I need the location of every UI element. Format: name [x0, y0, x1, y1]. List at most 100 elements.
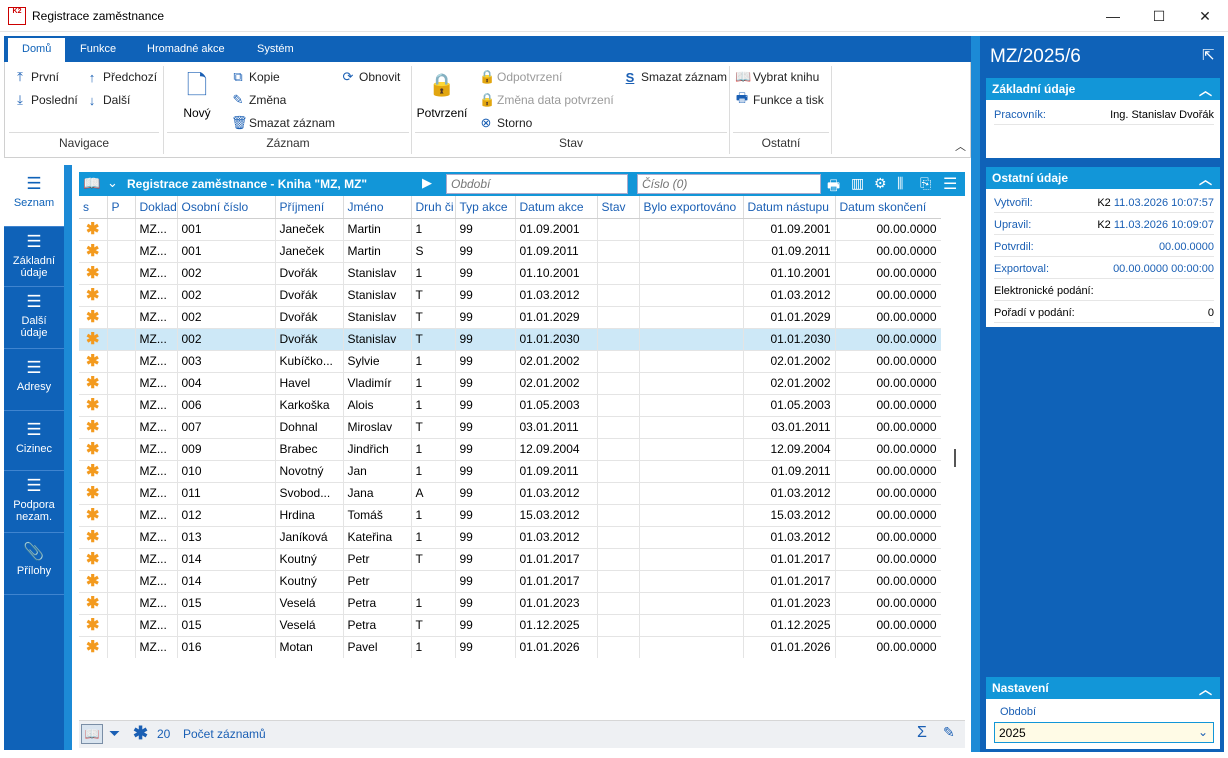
delete-record-button[interactable]: 🗑 Smazat záznam: [231, 114, 335, 132]
column-header[interactable]: Typ akce: [455, 196, 516, 219]
table-row[interactable]: ✱ MZ... 003 Kubíčko... Sylvie 1 99 02.01.2002 02…: [79, 350, 941, 373]
tab-functions[interactable]: Funkce: [66, 36, 130, 62]
table-row[interactable]: ✱ MZ... 002 Dvořák Stanislav 1 99 01.10.2001 01.…: [79, 262, 941, 285]
minimize-button[interactable]: —: [1090, 0, 1136, 32]
change-confirm-date-button[interactable]: 🔒 Změna data potvrzení: [479, 91, 614, 109]
close-button[interactable]: ✕: [1182, 0, 1228, 32]
table-row[interactable]: ✱ MZ... 007 Dohnal Miroslav T 99 03.01.2011 03.0…: [79, 416, 941, 439]
scrollbar-thumb[interactable]: [954, 449, 956, 467]
previous-button[interactable]: ↑ Předchozí: [85, 68, 157, 86]
tab-home[interactable]: Domů: [8, 38, 66, 62]
table-row[interactable]: ✱ MZ... 004 Havel Vladimír 1 99 02.01.2002 02.01…: [79, 372, 941, 395]
arrow-up-icon: ↑: [88, 69, 96, 85]
change-button[interactable]: ✎ Změna: [231, 91, 287, 109]
column-header[interactable]: Doklad: [135, 196, 178, 219]
table-row[interactable]: ✱ MZ... 014 Koutný Petr T 99 01.01.2017 01.01.20…: [79, 548, 941, 571]
storno-button[interactable]: ⊗ Storno: [479, 114, 533, 132]
column-header[interactable]: Stav: [597, 196, 640, 219]
nav-list[interactable]: ☰ Seznam: [4, 165, 64, 227]
table-cell: 99: [455, 306, 516, 329]
table-row[interactable]: ✱ MZ... 009 Brabec Jindřich 1 99 12.09.2004 12.0…: [79, 438, 941, 461]
table-cell: [597, 262, 640, 285]
other-data-header[interactable]: Ostatní údaje ︿: [986, 167, 1220, 189]
period-filter-input[interactable]: [446, 174, 628, 194]
sum-icon[interactable]: Σ: [917, 724, 927, 742]
table-cell: 01.03.2012: [743, 526, 836, 549]
vertical-scrollbar[interactable]: [949, 196, 965, 716]
chevron-down-icon[interactable]: ⌄: [107, 175, 118, 191]
table-row[interactable]: ✱ MZ... 015 Veselá Petra 1 99 01.01.2023 01.01.2…: [79, 592, 941, 615]
nav-foreigner[interactable]: ☰ Cizinec: [4, 411, 64, 471]
nav-more-data[interactable]: ☰ Další údaje: [4, 287, 64, 349]
column-header[interactable]: Bylo exportováno: [639, 196, 744, 219]
unconfirm-button[interactable]: 🔒 Odpotvrzení: [479, 68, 562, 86]
copy-button[interactable]: ⧉ Kopie: [231, 68, 279, 86]
table-cell: 015: [177, 614, 276, 637]
export-icon[interactable]: ⎘: [920, 175, 931, 192]
table-row[interactable]: ✱ MZ... 001 Janeček Martin S 99 01.09.2011 01.09…: [79, 240, 941, 263]
table-row[interactable]: ✱ MZ... 001 Janeček Martin 1 99 01.09.2001 01.09…: [79, 218, 941, 241]
book-icon[interactable]: 📖: [81, 724, 103, 744]
table-row[interactable]: ✱ MZ... 011 Svobod... Jana A 99 01.03.2012 01.03…: [79, 482, 941, 505]
column-header[interactable]: Příjmení: [275, 196, 344, 219]
table-row[interactable]: ✱ MZ... 016 Motan Pavel 1 99 01.01.2026 01.01.20…: [79, 636, 941, 658]
nav-unemployment-support[interactable]: ☰ Podpora nezam.: [4, 471, 64, 533]
table-cell: MZ...: [135, 394, 178, 417]
maximize-button[interactable]: ☐: [1136, 0, 1182, 32]
menu-icon: ☰: [26, 174, 42, 193]
column-header[interactable]: Osobní číslo: [177, 196, 276, 219]
nav-attachments[interactable]: 📎 Přílohy: [4, 533, 64, 595]
column-header[interactable]: Datum skončení: [835, 196, 941, 219]
barcode-icon[interactable]: ⫼: [897, 175, 903, 192]
column-header[interactable]: Jméno: [343, 196, 412, 219]
filter-icon[interactable]: ⏷: [109, 725, 120, 742]
status-star-icon: ✱: [79, 636, 108, 658]
nav-basic-data[interactable]: ☰ Základní údaje: [4, 227, 64, 287]
arrow-top-icon: ⤒: [17, 69, 23, 84]
table-cell: [597, 526, 640, 549]
pick-book-button[interactable]: 📖 Vybrat knihu: [735, 68, 819, 86]
column-header[interactable]: Druh či: [411, 196, 456, 219]
next-button[interactable]: ↓ Další: [85, 91, 131, 109]
collapse-ribbon-icon[interactable]: ︿: [955, 138, 966, 154]
popout-icon[interactable]: ⇱: [1202, 46, 1215, 64]
table-row[interactable]: ✱ MZ... 002 Dvořák Stanislav T 99 01.01.2030 01.…: [79, 328, 941, 351]
refresh-button[interactable]: ⟳ Obnovit: [341, 68, 401, 86]
table-row[interactable]: ✱ MZ... 002 Dvořák Stanislav T 99 01.03.2012 01.…: [79, 284, 941, 307]
play-icon[interactable]: ▶: [422, 175, 432, 191]
settings-header[interactable]: Nastavení ︿: [986, 677, 1220, 699]
table-row[interactable]: ✱ MZ... 014 Koutný Petr 99 01.01.2017 01.01.201…: [79, 570, 941, 593]
table-row[interactable]: ✱ MZ... 010 Novotný Jan 1 99 01.09.2011 01.09.20…: [79, 460, 941, 483]
column-header[interactable]: Datum akce: [515, 196, 598, 219]
table-cell: [107, 372, 136, 395]
table-row[interactable]: ✱ MZ... 012 Hrdina Tomáš 1 99 15.03.2012 15.03.2…: [79, 504, 941, 527]
basic-data-header[interactable]: Základní údaje ︿: [986, 78, 1220, 100]
delete-record-state-button[interactable]: S Smazat záznam: [623, 68, 727, 86]
last-button[interactable]: ⤓ Poslední: [13, 91, 78, 109]
menu-icon[interactable]: ☰: [943, 174, 957, 194]
column-header[interactable]: s: [79, 196, 108, 219]
table-row[interactable]: ✱ MZ... 006 Karkoška Alois 1 99 01.05.2003 01.05…: [79, 394, 941, 417]
bar-chart-icon[interactable]: ▥: [851, 175, 864, 192]
table-cell: MZ...: [135, 482, 178, 505]
table-cell: S: [411, 240, 456, 263]
number-filter-input[interactable]: [637, 174, 821, 194]
network-icon[interactable]: ⚙: [874, 175, 887, 192]
period-select[interactable]: 2025 ⌄: [994, 722, 1214, 743]
nav-addresses[interactable]: ☰ Adresy: [4, 349, 64, 411]
table-cell: 1: [411, 504, 456, 527]
tab-bulk-actions[interactable]: Hromadné akce: [133, 36, 239, 62]
new-button[interactable]: 🗋 Nový: [175, 70, 219, 130]
table-cell: 014: [177, 548, 276, 571]
first-button[interactable]: ⤒ První: [13, 68, 59, 86]
column-header[interactable]: P: [107, 196, 136, 219]
confirm-button[interactable]: 🔒 Potvrzení: [415, 70, 469, 130]
table-row[interactable]: ✱ MZ... 002 Dvořák Stanislav T 99 01.01.2029 01.…: [79, 306, 941, 329]
functions-print-button[interactable]: 🖶 Funkce a tisk: [735, 90, 824, 109]
pencil-icon[interactable]: ✎: [943, 724, 955, 741]
tab-system[interactable]: Systém: [243, 36, 308, 62]
table-row[interactable]: ✱ MZ... 013 Janíková Kateřina 1 99 01.03.2012 01…: [79, 526, 941, 549]
table-row[interactable]: ✱ MZ... 015 Veselá Petra T 99 01.12.2025 01.12.2…: [79, 614, 941, 637]
column-header[interactable]: Datum nástupu: [743, 196, 836, 219]
table-cell: [597, 306, 640, 329]
